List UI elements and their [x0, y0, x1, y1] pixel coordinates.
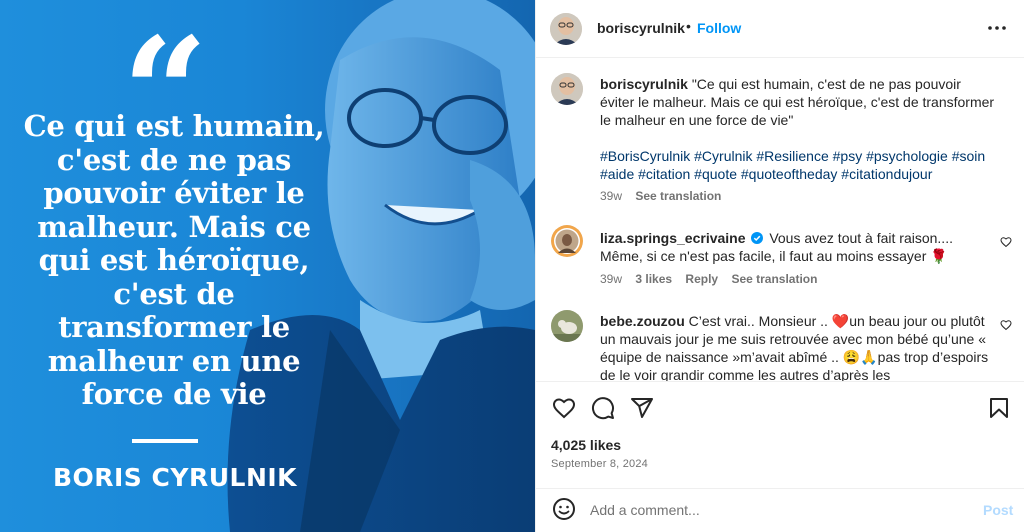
divider	[132, 439, 198, 443]
avatar[interactable]	[551, 225, 583, 257]
see-translation-link[interactable]: See translation	[731, 272, 817, 286]
caption-text: boriscyrulnik "Ce qui est humain, c'est …	[600, 75, 995, 129]
caption-meta: 39w See translation	[600, 189, 731, 203]
comment-likes[interactable]: 3 likes	[635, 272, 672, 286]
timestamp[interactable]: 39w	[600, 272, 622, 286]
comment-icon[interactable]	[591, 396, 615, 420]
quote-line: transformer le	[58, 310, 290, 344]
verified-badge-icon	[751, 232, 764, 244]
more-horizontal-icon[interactable]	[985, 18, 1009, 38]
post-date[interactable]: September 8, 2024	[551, 458, 648, 470]
quote-line: qui est héroïque,	[38, 243, 310, 277]
comment-username[interactable]: liza.springs_ecrivaine	[600, 230, 746, 246]
avatar-image	[550, 13, 582, 45]
likes-count[interactable]: 4,025 likes	[551, 437, 621, 453]
post-sidebar: boriscyrulnik • Follow boriscyrulnik "Ce…	[535, 0, 1024, 532]
see-translation-link[interactable]: See translation	[635, 189, 721, 203]
comments-list[interactable]: boriscyrulnik "Ce qui est humain, c'est …	[536, 59, 1024, 381]
comment-username[interactable]: bebe.zouzou	[600, 313, 685, 329]
action-bar: 4,025 likes September 8, 2024	[536, 381, 1024, 489]
post-image[interactable]: “ Ce qui est humain, c'est de ne pas pou…	[0, 0, 535, 532]
like-comment-heart-icon[interactable]	[1000, 236, 1012, 248]
post-button[interactable]: Post	[983, 502, 1013, 518]
caption-username[interactable]: boriscyrulnik	[600, 76, 688, 92]
reply-button[interactable]: Reply	[685, 272, 718, 286]
quote-line: Ce qui est humain,	[23, 109, 325, 143]
avatar-image	[551, 225, 583, 257]
heart-icon[interactable]	[552, 396, 576, 420]
quote-line: c'est de	[113, 276, 235, 311]
comment-text: liza.springs_ecrivaine Vous avez tout à …	[600, 229, 995, 265]
quote-line: pouvoir éviter le	[43, 176, 305, 210]
quote-author: BORIS CYRULNIK	[52, 463, 298, 492]
save-icon[interactable]	[987, 396, 1011, 420]
separator-dot: •	[686, 18, 691, 34]
comment-composer: Post	[536, 489, 1024, 532]
quote-mark-icon: “	[122, 5, 209, 181]
share-icon[interactable]	[630, 396, 654, 420]
quote-line: c'est de ne pas	[56, 142, 292, 177]
quote-text: Ce qui est humain, c'est de ne pas pouvo…	[18, 109, 330, 412]
quote-line: force de vie	[81, 377, 267, 411]
quote-line: malheur. Mais ce	[37, 209, 311, 244]
avatar[interactable]	[551, 310, 583, 342]
avatar-image	[551, 310, 583, 342]
quote-line: malheur en une	[47, 343, 301, 378]
timestamp[interactable]: 39w	[600, 189, 622, 203]
header-username[interactable]: boriscyrulnik	[597, 20, 685, 36]
comment-text: bebe.zouzou C’est vrai.. Monsieur .. ❤️u…	[600, 312, 995, 381]
comment-input[interactable]	[590, 499, 970, 521]
avatar[interactable]	[550, 13, 582, 45]
avatar-image	[551, 73, 583, 105]
follow-button[interactable]: Follow	[697, 20, 741, 36]
emoji-icon[interactable]	[552, 497, 576, 521]
caption-hashtags[interactable]: #BorisCyrulnik #Cyrulnik #Resilience #ps…	[600, 147, 995, 183]
comment-meta: 39w 3 likes Reply See translation	[600, 272, 827, 286]
post-header: boriscyrulnik • Follow	[536, 0, 1024, 58]
avatar[interactable]	[551, 73, 583, 105]
like-comment-heart-icon[interactable]	[1000, 319, 1012, 331]
